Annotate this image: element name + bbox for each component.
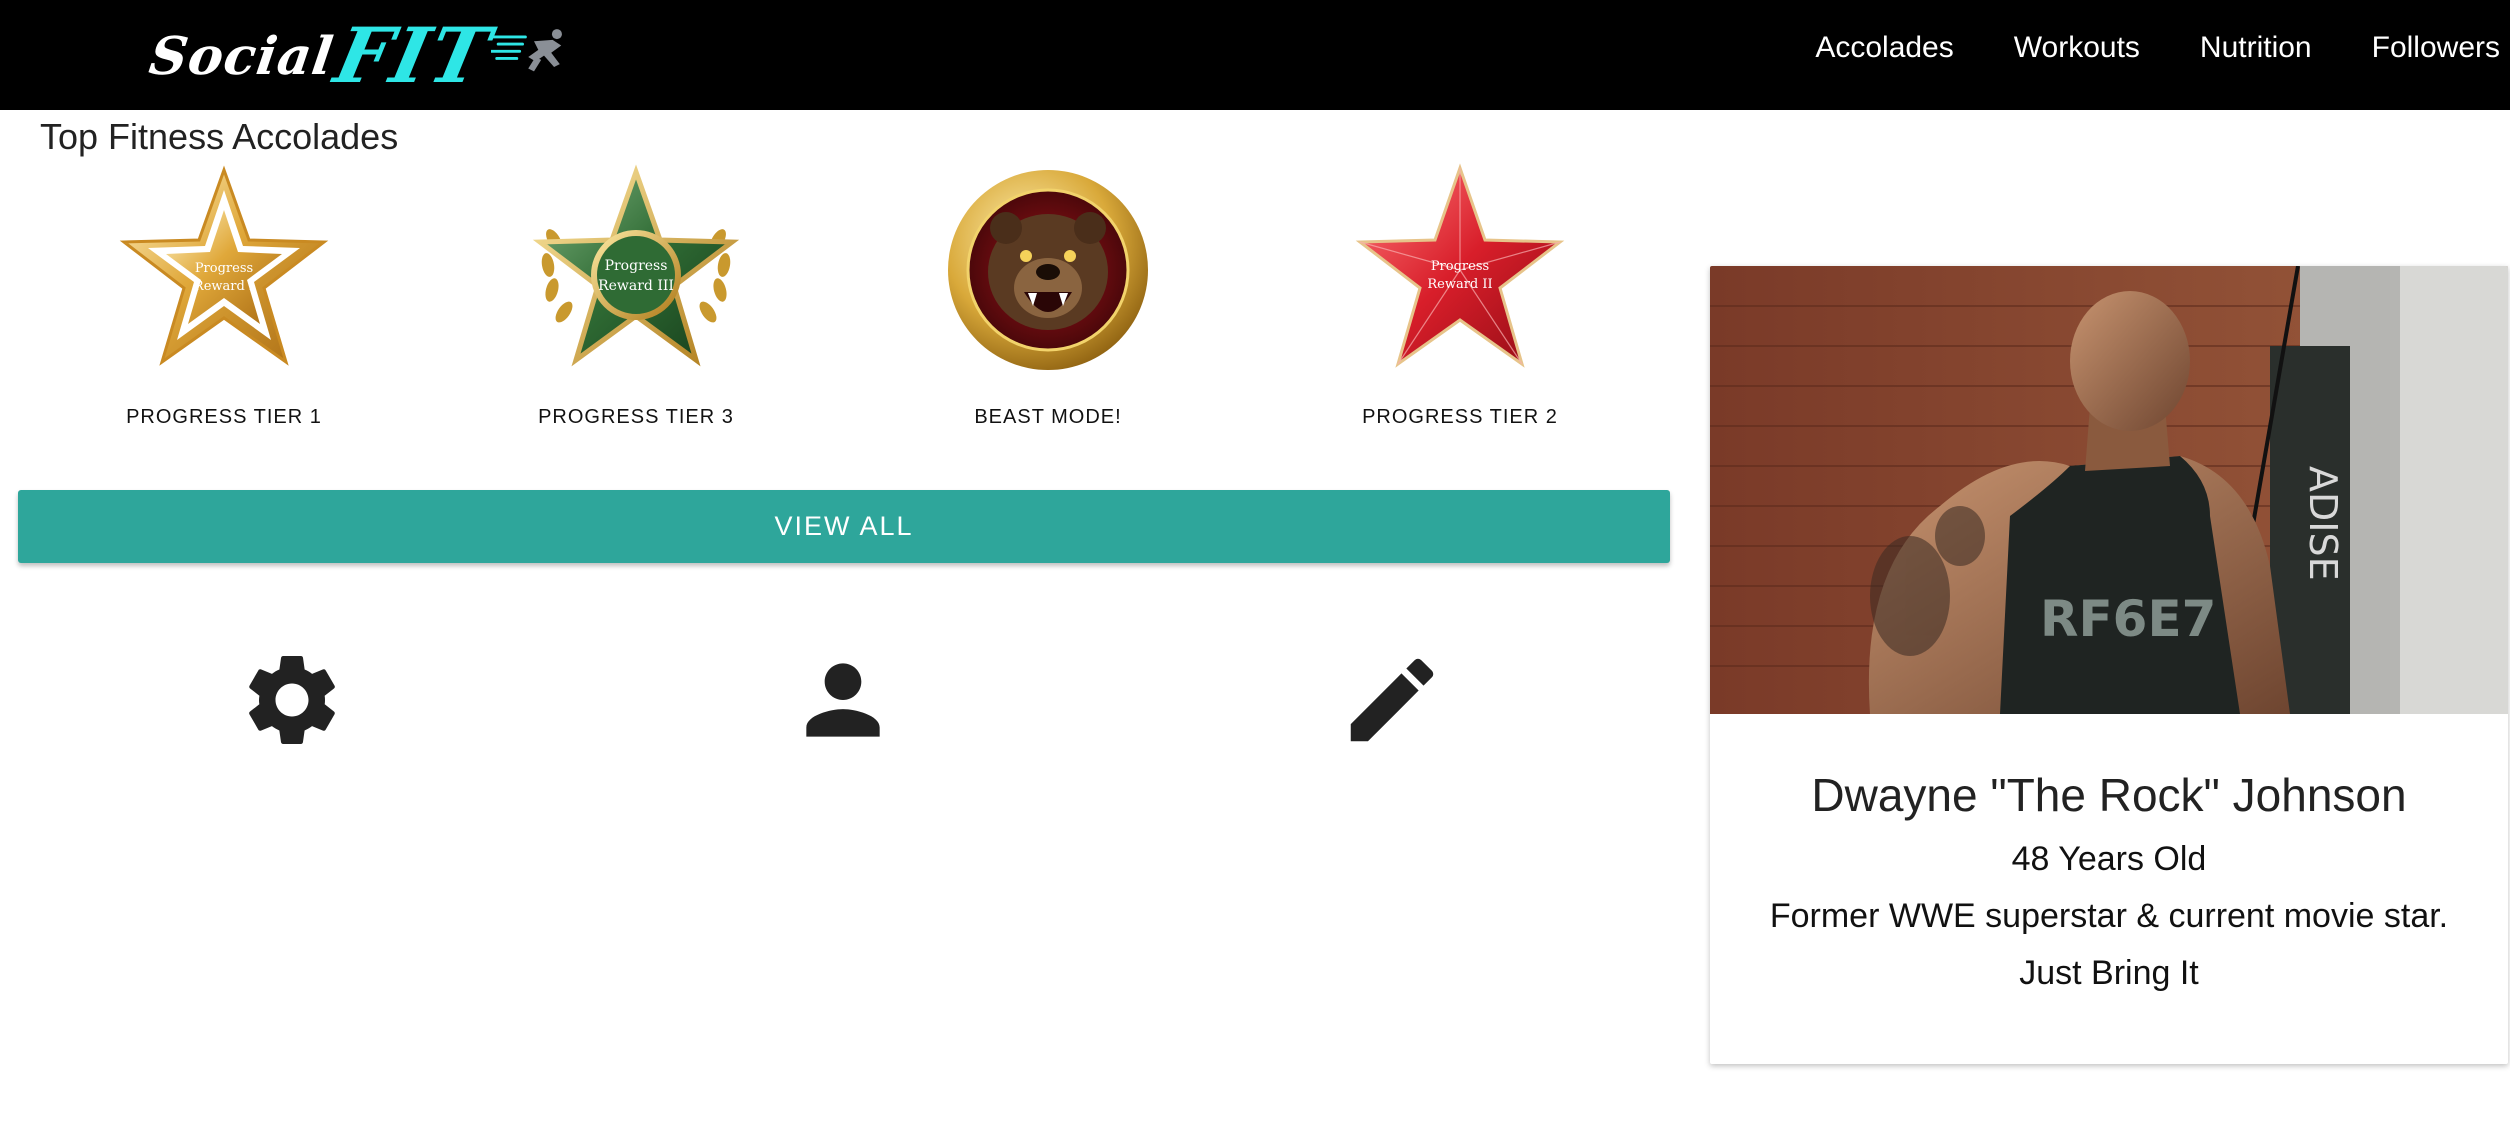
svg-text:ADISE: ADISE — [2301, 466, 2345, 581]
accolades-badge-row: Progress Reward I PROGRESS TIER 1 Progre… — [18, 160, 1668, 440]
top-navbar: Social FIT Accolades Workouts Nutrition … — [0, 0, 2510, 110]
svg-text:RF6E7: RF6E7 — [2040, 590, 2216, 648]
badge-label: BEAST MODE! — [974, 406, 1122, 428]
badge-inscription: Progress — [605, 258, 668, 274]
nav-item-accolades[interactable]: Accolades — [1815, 31, 1953, 65]
badge-label: PROGRESS TIER 2 — [1362, 406, 1558, 428]
badge-inscription: Progress — [1431, 259, 1489, 274]
profile-photo[interactable]: ADISE RF6E7 — [1710, 266, 2508, 714]
profile-name: Dwayne "The Rock" Johnson — [1811, 769, 2407, 821]
nav-links: Accolades Workouts Nutrition Followers — [1815, 0, 2510, 96]
socialfit-logo[interactable]: Social FIT — [146, 11, 570, 100]
badge-progress-tier-3[interactable]: Progress Reward III PROGRESS TIER 3 — [430, 160, 842, 440]
badge-inscription: Progress — [195, 261, 253, 276]
badge-inscription: Reward I — [194, 279, 254, 294]
red-star-badge-icon: Progress Reward II — [1355, 163, 1565, 368]
pencil-icon[interactable] — [1337, 645, 1447, 755]
profile-card: ADISE RF6E7 Dwayne "The Rock" Johnson 48… — [1710, 266, 2508, 1064]
person-icon[interactable] — [788, 645, 898, 755]
badge-label: PROGRESS TIER 3 — [538, 406, 734, 428]
badge-progress-tier-2[interactable]: Progress Reward II PROGRESS TIER 2 — [1254, 160, 1666, 440]
logo-text-social: Social — [145, 25, 338, 87]
nav-item-followers[interactable]: Followers — [2372, 31, 2500, 65]
gold-star-badge-icon: Progress Reward I — [119, 165, 329, 366]
profile-age: 48 Years Old — [2011, 840, 2207, 878]
profile-bio: Former WWE superstar & current movie sta… — [1769, 897, 2449, 935]
view-all-button[interactable]: VIEW ALL — [18, 490, 1670, 563]
nav-item-nutrition[interactable]: Nutrition — [2200, 31, 2312, 65]
accolades-title: Top Fitness Accolades — [40, 116, 399, 157]
logo-text-fit: FIT — [327, 11, 499, 100]
gear-icon[interactable] — [237, 645, 347, 755]
bear-medallion-badge-icon — [948, 170, 1148, 370]
green-star-laurel-badge-icon: Progress Reward III — [532, 164, 740, 367]
badge-inscription: Reward II — [1427, 277, 1492, 292]
profile-motto: Just Bring It — [2019, 954, 2199, 992]
badge-beast-mode[interactable]: BEAST MODE! — [842, 160, 1254, 440]
runner-icon — [491, 29, 563, 72]
badge-inscription: Reward III — [598, 278, 674, 294]
badge-progress-tier-1[interactable]: Progress Reward I PROGRESS TIER 1 — [18, 160, 430, 440]
badge-label: PROGRESS TIER 1 — [126, 406, 322, 428]
nav-item-workouts[interactable]: Workouts — [2014, 31, 2140, 65]
profile-info: Dwayne "The Rock" Johnson 48 Years Old F… — [1710, 714, 2508, 1064]
